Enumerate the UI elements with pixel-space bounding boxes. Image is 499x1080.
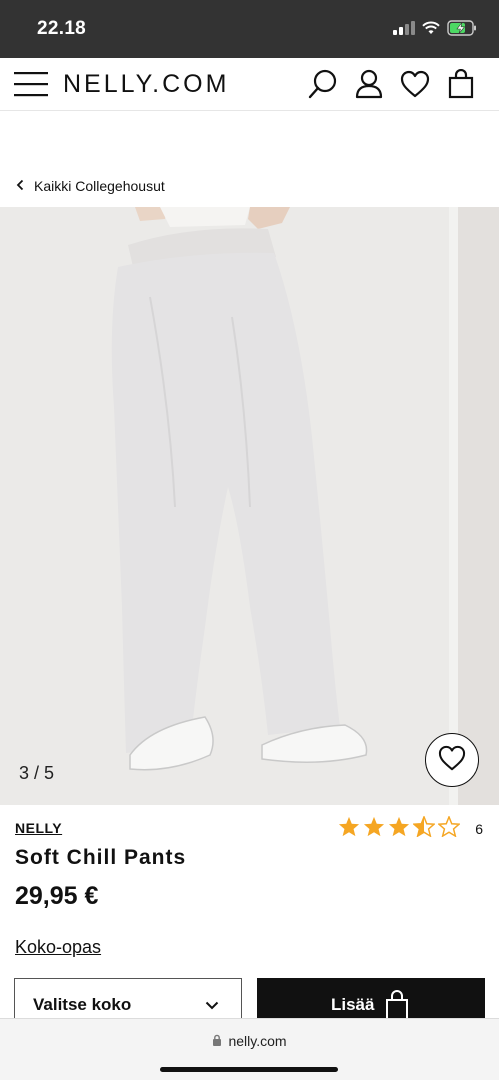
add-to-wishlist-button[interactable]: [425, 733, 479, 787]
product-rating[interactable]: 6: [338, 814, 483, 842]
product-title: Soft Chill Pants: [15, 846, 187, 869]
image-counter: 3 / 5: [19, 763, 55, 783]
browser-bar: nelly.com: [0, 1018, 499, 1080]
home-indicator[interactable]: [160, 1067, 338, 1072]
header-actions: [307, 68, 477, 100]
lock-icon: [212, 1033, 222, 1049]
heart-icon: [438, 745, 466, 776]
breadcrumb[interactable]: Kaikki Collegehousut: [16, 178, 165, 194]
add-to-cart-label: Lisää: [331, 995, 375, 1014]
chevron-down-icon: [205, 997, 219, 1015]
product-brand-link[interactable]: NELLY: [15, 820, 62, 836]
status-bar: 22.18: [0, 0, 499, 58]
wifi-icon: [422, 21, 440, 40]
product-image[interactable]: [0, 207, 449, 805]
size-guide-link[interactable]: Koko-opas: [15, 937, 101, 958]
star-empty-icon: [437, 814, 462, 842]
star-full-icon: [388, 816, 410, 842]
product-price: 29,95 €: [15, 882, 99, 910]
site-logo[interactable]: NELLY.COM: [63, 70, 229, 99]
wishlist-icon[interactable]: [399, 68, 431, 100]
status-time: 22.18: [37, 18, 87, 39]
star-full-icon: [363, 816, 385, 842]
account-icon[interactable]: [353, 68, 385, 100]
menu-icon[interactable]: [14, 70, 48, 98]
size-select-label: Valitse koko: [33, 995, 132, 1014]
battery-charging-icon: [447, 20, 477, 41]
star-full-icon: [338, 816, 360, 842]
next-image-preview[interactable]: [458, 207, 499, 805]
search-icon[interactable]: [307, 68, 339, 100]
site-header: NELLY.COM: [0, 58, 499, 111]
url-text: nelly.com: [228, 1033, 287, 1049]
rating-count: 6: [475, 821, 483, 837]
chevron-left-icon: [16, 178, 24, 194]
signal-icon: [393, 21, 415, 40]
status-icons: [393, 20, 477, 41]
shopping-bag-icon[interactable]: [445, 68, 477, 100]
star-half-icon: [412, 814, 437, 842]
product-gallery[interactable]: 3 / 5: [0, 207, 499, 805]
address-bar[interactable]: nelly.com: [0, 1033, 499, 1049]
breadcrumb-label: Kaikki Collegehousut: [34, 178, 165, 194]
